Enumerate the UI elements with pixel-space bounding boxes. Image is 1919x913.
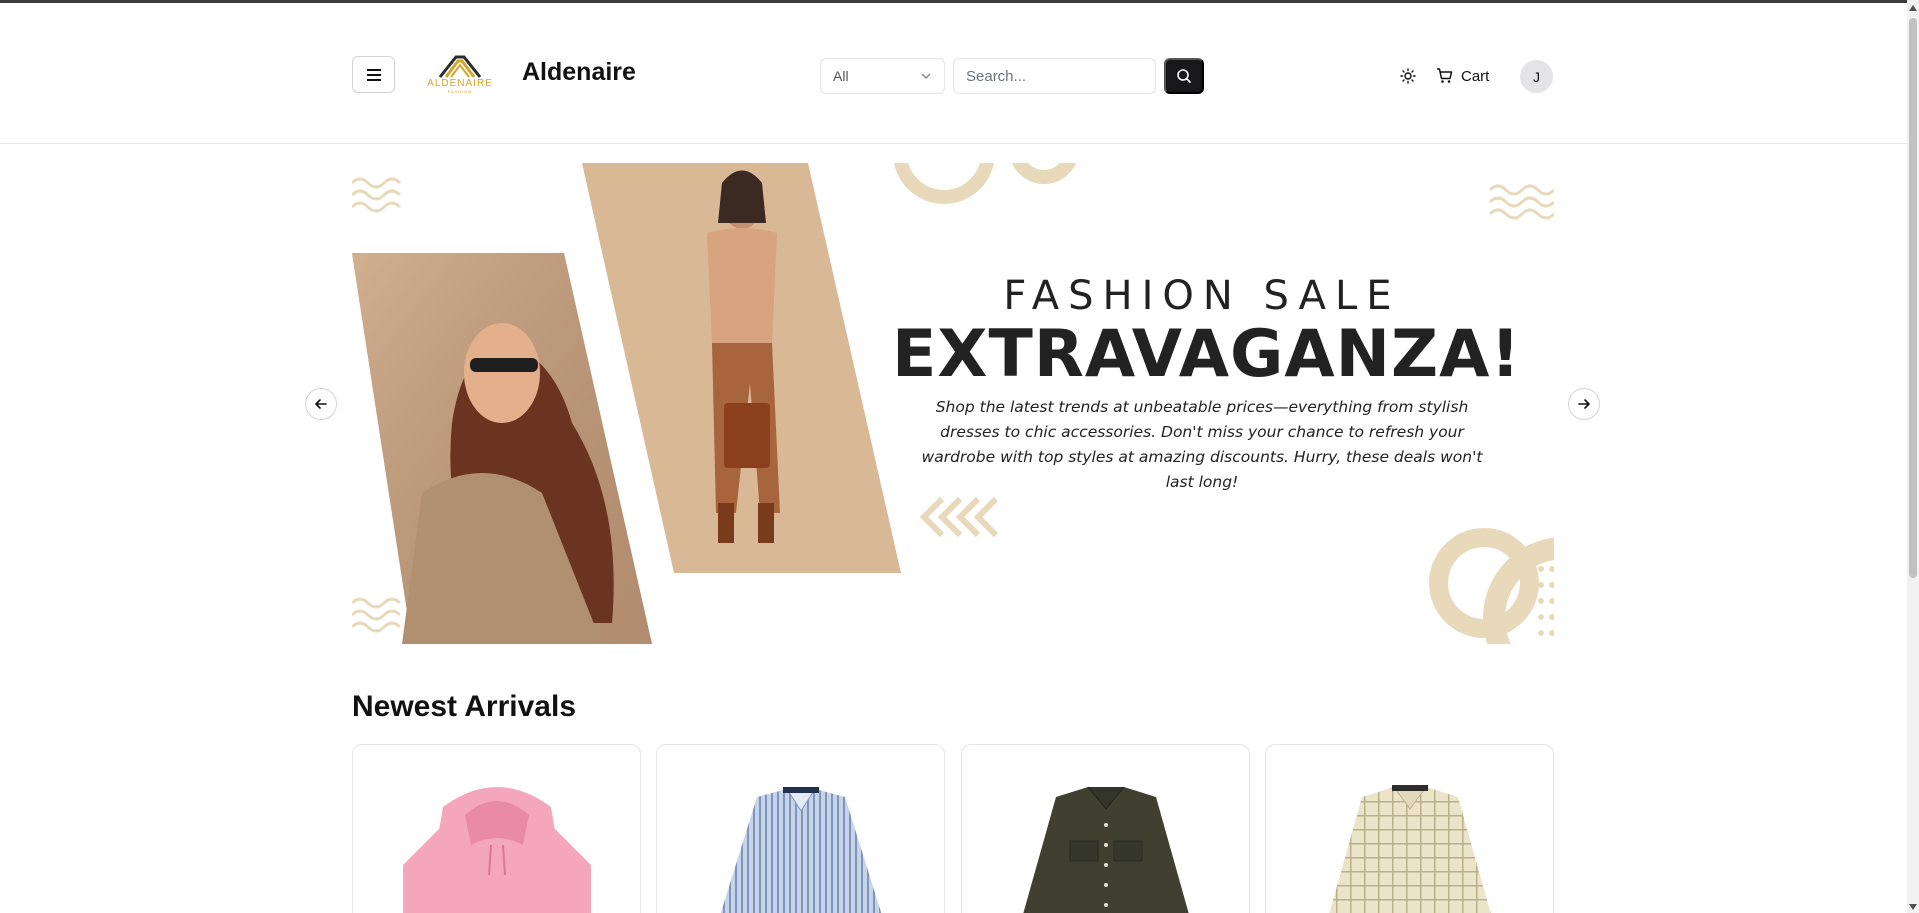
product-card[interactable] [656,744,945,913]
hero-title: EXTRAVAGANZA! [892,317,1522,392]
olive-shirt-image [1023,786,1189,913]
category-select[interactable]: All [820,58,945,94]
arrow-right-icon [1578,399,1590,409]
hero-subtitle: FASHION SALE [1003,273,1401,319]
hero-description: Shop the latest trends at unbeatable pri… [921,398,1483,492]
arrow-left-icon [315,399,327,409]
product-card[interactable] [1265,744,1554,913]
carousel-prev-button[interactable] [305,388,337,420]
scrollbar-thumb[interactable] [1909,18,1917,578]
brand-logo[interactable]: ALDENAIRE FASHION [420,51,500,97]
beige-check-shirt-image [1329,785,1491,913]
model-photo-left [352,253,652,644]
chevron-decoration-icon [919,496,999,538]
blue-striped-shirt-image [720,787,882,913]
carousel-next-button[interactable] [1568,388,1600,420]
product-card[interactable] [352,744,641,913]
site-header: ALDENAIRE FASHION Aldenaire All Search..… [0,3,1907,144]
category-select-value: All [833,68,849,84]
sun-icon [1400,68,1416,84]
menu-button[interactable] [352,56,395,93]
theme-toggle-button[interactable] [1392,60,1424,92]
chevron-down-icon [921,73,931,80]
search-button[interactable] [1164,58,1204,94]
search-icon [1177,69,1191,83]
logo-subtext: FASHION [448,89,473,94]
cart-button[interactable]: Cart [1436,60,1489,92]
cart-label: Cart [1461,67,1490,85]
newest-arrivals-title: Newest Arrivals [352,690,577,723]
user-avatar[interactable]: J [1520,60,1553,93]
search-input[interactable] [953,58,1156,94]
hero-text-block: FASHION SALE EXTRAVAGANZA! Shop the late… [892,273,1522,495]
circle-decoration [1429,528,1554,644]
scroll-down-icon[interactable] [1909,904,1917,910]
hero-banner[interactable]: FASHION SALE EXTRAVAGANZA! Shop the late… [352,163,1554,644]
brand-name[interactable]: Aldenaire [522,58,636,87]
scroll-up-icon[interactable] [1909,5,1917,11]
logo-text: ALDENAIRE [427,78,493,89]
product-card[interactable] [961,744,1250,913]
model-photo-right [582,163,901,573]
cart-icon [1437,68,1453,83]
hamburger-icon [366,68,381,81]
pink-hoodie-image [403,787,591,913]
page-scrollbar[interactable] [1907,0,1919,913]
